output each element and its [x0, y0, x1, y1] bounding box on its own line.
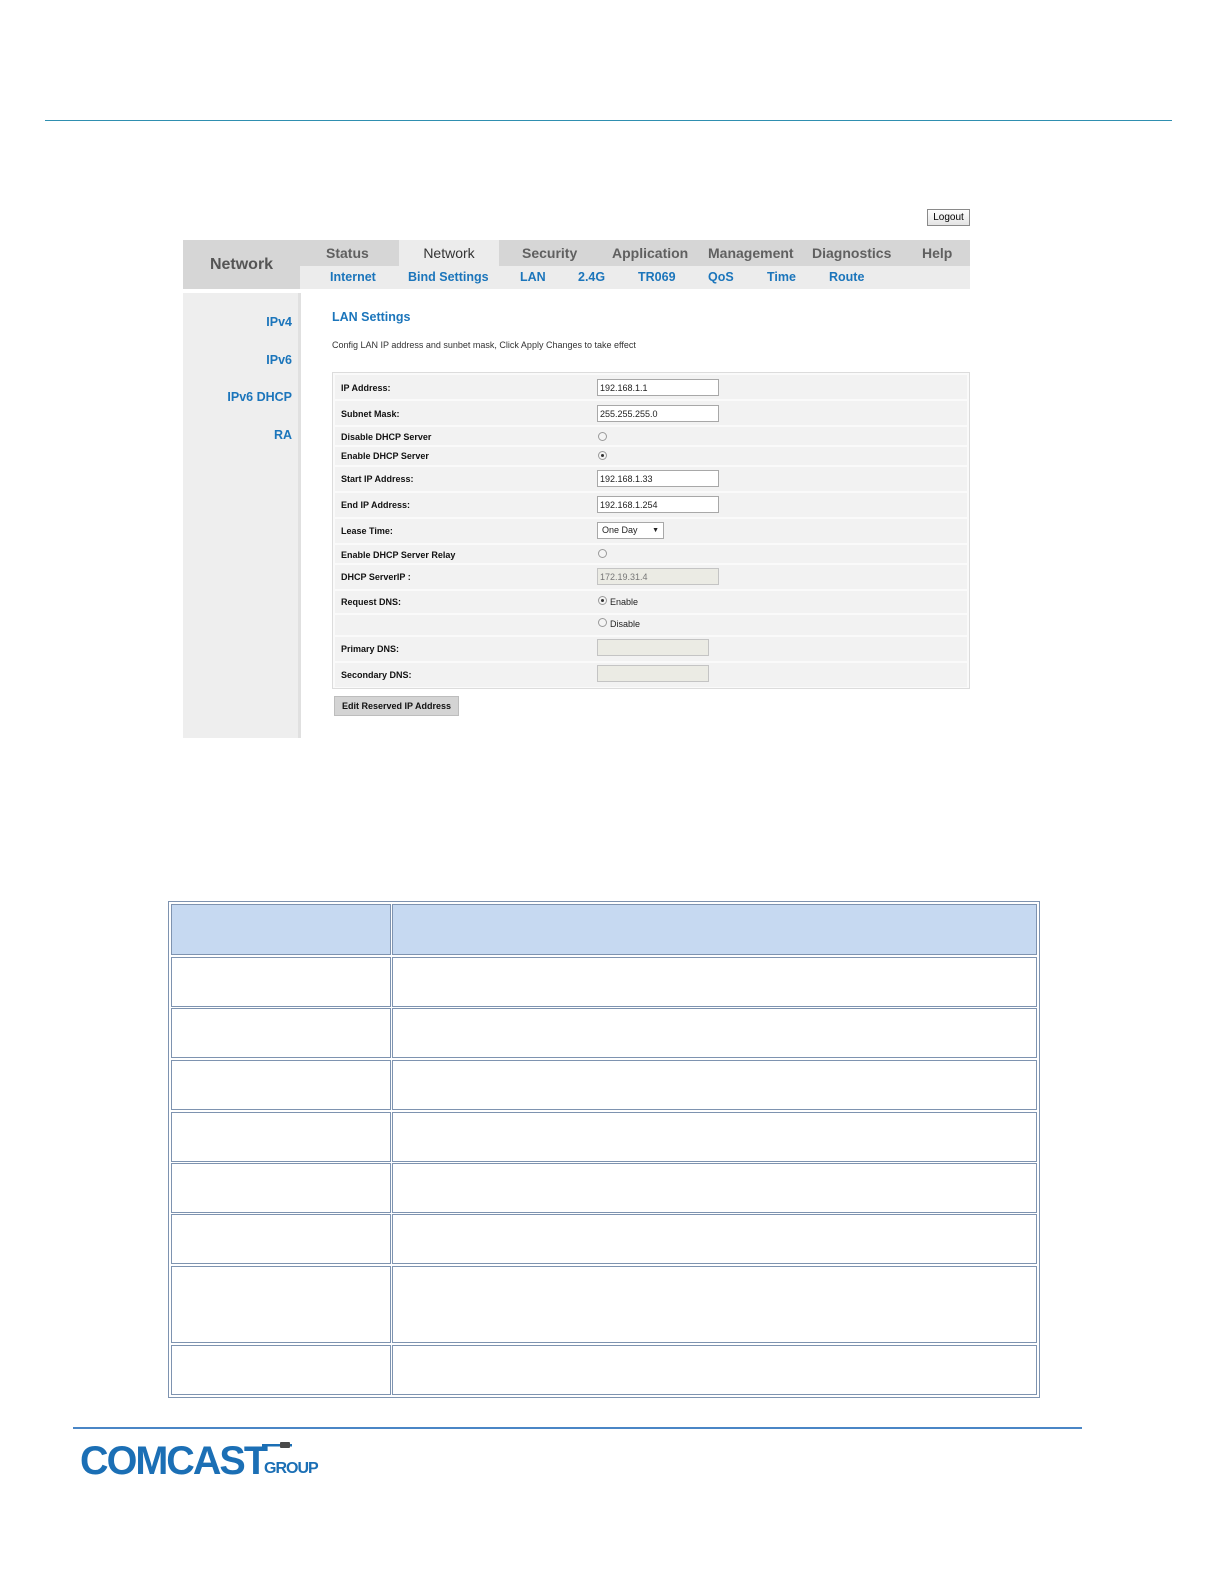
table-header-cell	[171, 904, 391, 955]
row-request-dns-disable: Disable	[335, 615, 967, 635]
lease-time-label: Lease Time:	[341, 526, 393, 536]
table-cell	[171, 1214, 391, 1264]
logout-button[interactable]: Logout	[927, 209, 970, 226]
table-cell	[392, 1112, 1037, 1162]
page-description: Config LAN IP address and sunbet mask, C…	[332, 340, 636, 350]
row-ip-address: IP Address:	[335, 375, 967, 399]
row-lease-time: Lease Time: One Day ▼	[335, 519, 967, 543]
secondary-dns-label: Secondary DNS:	[341, 670, 412, 680]
row-enable-dhcp: Enable DHCP Server	[335, 447, 967, 465]
ip-address-label: IP Address:	[341, 383, 391, 393]
row-subnet-mask: Subnet Mask:	[335, 401, 967, 425]
table-cell	[171, 1008, 391, 1058]
row-start-ip: Start IP Address:	[335, 467, 967, 491]
start-ip-input[interactable]	[597, 470, 719, 487]
table-cell	[171, 957, 391, 1007]
logo-main-text: COMCAST	[80, 1439, 268, 1480]
row-secondary-dns: Secondary DNS:	[335, 663, 967, 687]
secondary-dns-input[interactable]	[597, 665, 709, 682]
tab-diagnostics[interactable]: Diagnostics	[812, 240, 891, 266]
chevron-down-icon: ▼	[652, 527, 659, 534]
request-dns-disable-radio[interactable]	[598, 618, 607, 627]
sidebar-item-ipv6-dhcp[interactable]: IPv6 DHCP	[227, 390, 292, 404]
logo-group-text: GROUP	[264, 1460, 319, 1477]
row-end-ip: End IP Address:	[335, 493, 967, 517]
lan-settings-form: IP Address: Subnet Mask: Disable DHCP Se…	[332, 372, 970, 689]
table-cell	[171, 1345, 391, 1395]
row-dhcp-server-ip: DHCP ServerIP :	[335, 565, 967, 589]
request-dns-label: Request DNS:	[341, 597, 402, 607]
logo-connector-icon	[280, 1442, 290, 1448]
dhcp-relay-checkbox[interactable]	[598, 549, 607, 558]
primary-dns-label: Primary DNS:	[341, 644, 400, 654]
start-ip-label: Start IP Address:	[341, 474, 414, 484]
subtab-bind-settings[interactable]: Bind Settings	[408, 266, 489, 289]
enable-dhcp-label: Enable DHCP Server	[341, 451, 429, 461]
row-request-dns: Request DNS: Enable	[335, 591, 967, 613]
tab-management[interactable]: Management	[708, 240, 794, 266]
dhcp-relay-label: Enable DHCP Server Relay	[341, 550, 456, 560]
tab-status[interactable]: Status	[326, 240, 369, 266]
disable-dhcp-label: Disable DHCP Server	[341, 432, 432, 442]
end-ip-label: End IP Address:	[341, 500, 411, 510]
primary-dns-input[interactable]	[597, 639, 709, 656]
table-cell	[392, 1345, 1037, 1395]
subtab-qos[interactable]: QoS	[708, 266, 734, 289]
table-cell	[392, 1060, 1037, 1110]
sidebar-item-ra[interactable]: RA	[274, 428, 292, 442]
tab-security[interactable]: Security	[522, 240, 577, 266]
tab-network[interactable]: Network	[399, 240, 499, 266]
subnet-mask-label: Subnet Mask:	[341, 409, 400, 419]
subtab-route[interactable]: Route	[829, 266, 864, 289]
description-table	[168, 901, 1040, 1398]
top-rule	[45, 120, 1172, 121]
table-cell	[392, 1266, 1037, 1343]
disable-dhcp-radio[interactable]	[598, 432, 607, 441]
lease-time-value: One Day	[602, 525, 638, 535]
subtab-time[interactable]: Time	[767, 266, 796, 289]
table-header-cell	[392, 904, 1037, 955]
request-dns-disable-label: Disable	[610, 619, 641, 629]
section-title: Network	[183, 240, 300, 289]
table-cell	[392, 1008, 1037, 1058]
request-dns-enable-label: Enable	[610, 597, 639, 607]
end-ip-input[interactable]	[597, 496, 719, 513]
subtab-2-4g[interactable]: 2.4G	[578, 266, 605, 289]
row-primary-dns: Primary DNS:	[335, 637, 967, 661]
sidebar-item-ipv4[interactable]: IPv4	[266, 315, 292, 329]
main-tabs: Status Network Security Application Mana…	[300, 240, 970, 266]
sidebar: IPv4 IPv6 IPv6 DHCP RA	[183, 293, 301, 738]
subtab-internet[interactable]: Internet	[330, 266, 376, 289]
subnet-mask-input[interactable]	[597, 405, 719, 422]
table-cell	[171, 1163, 391, 1213]
subtab-tr069[interactable]: TR069	[638, 266, 676, 289]
tab-application[interactable]: Application	[612, 240, 688, 266]
enable-dhcp-radio[interactable]	[598, 451, 607, 460]
footer-rule	[73, 1427, 1082, 1429]
table-cell	[392, 1214, 1037, 1264]
sub-tabs: Internet Bind Settings LAN 2.4G TR069 Qo…	[300, 266, 970, 289]
sidebar-item-ipv6[interactable]: IPv6	[266, 353, 292, 367]
subtab-lan[interactable]: LAN	[520, 266, 546, 289]
table-cell	[171, 1266, 391, 1343]
comcast-group-logo: COMCAST GROUP	[80, 1439, 320, 1480]
row-disable-dhcp: Disable DHCP Server	[335, 427, 967, 445]
page-title: LAN Settings	[332, 310, 411, 324]
request-dns-enable-radio[interactable]	[598, 596, 607, 605]
table-cell	[171, 1112, 391, 1162]
table-cell	[392, 1163, 1037, 1213]
tab-help[interactable]: Help	[922, 240, 952, 266]
row-dhcp-relay: Enable DHCP Server Relay	[335, 545, 967, 563]
dhcp-server-ip-label: DHCP ServerIP :	[341, 572, 411, 582]
table-cell	[392, 957, 1037, 1007]
lease-time-select[interactable]: One Day ▼	[597, 522, 664, 539]
dhcp-server-ip-input[interactable]	[597, 568, 719, 585]
ip-address-input[interactable]	[597, 379, 719, 396]
table-cell	[171, 1060, 391, 1110]
edit-reserved-ip-button[interactable]: Edit Reserved IP Address	[334, 696, 459, 716]
